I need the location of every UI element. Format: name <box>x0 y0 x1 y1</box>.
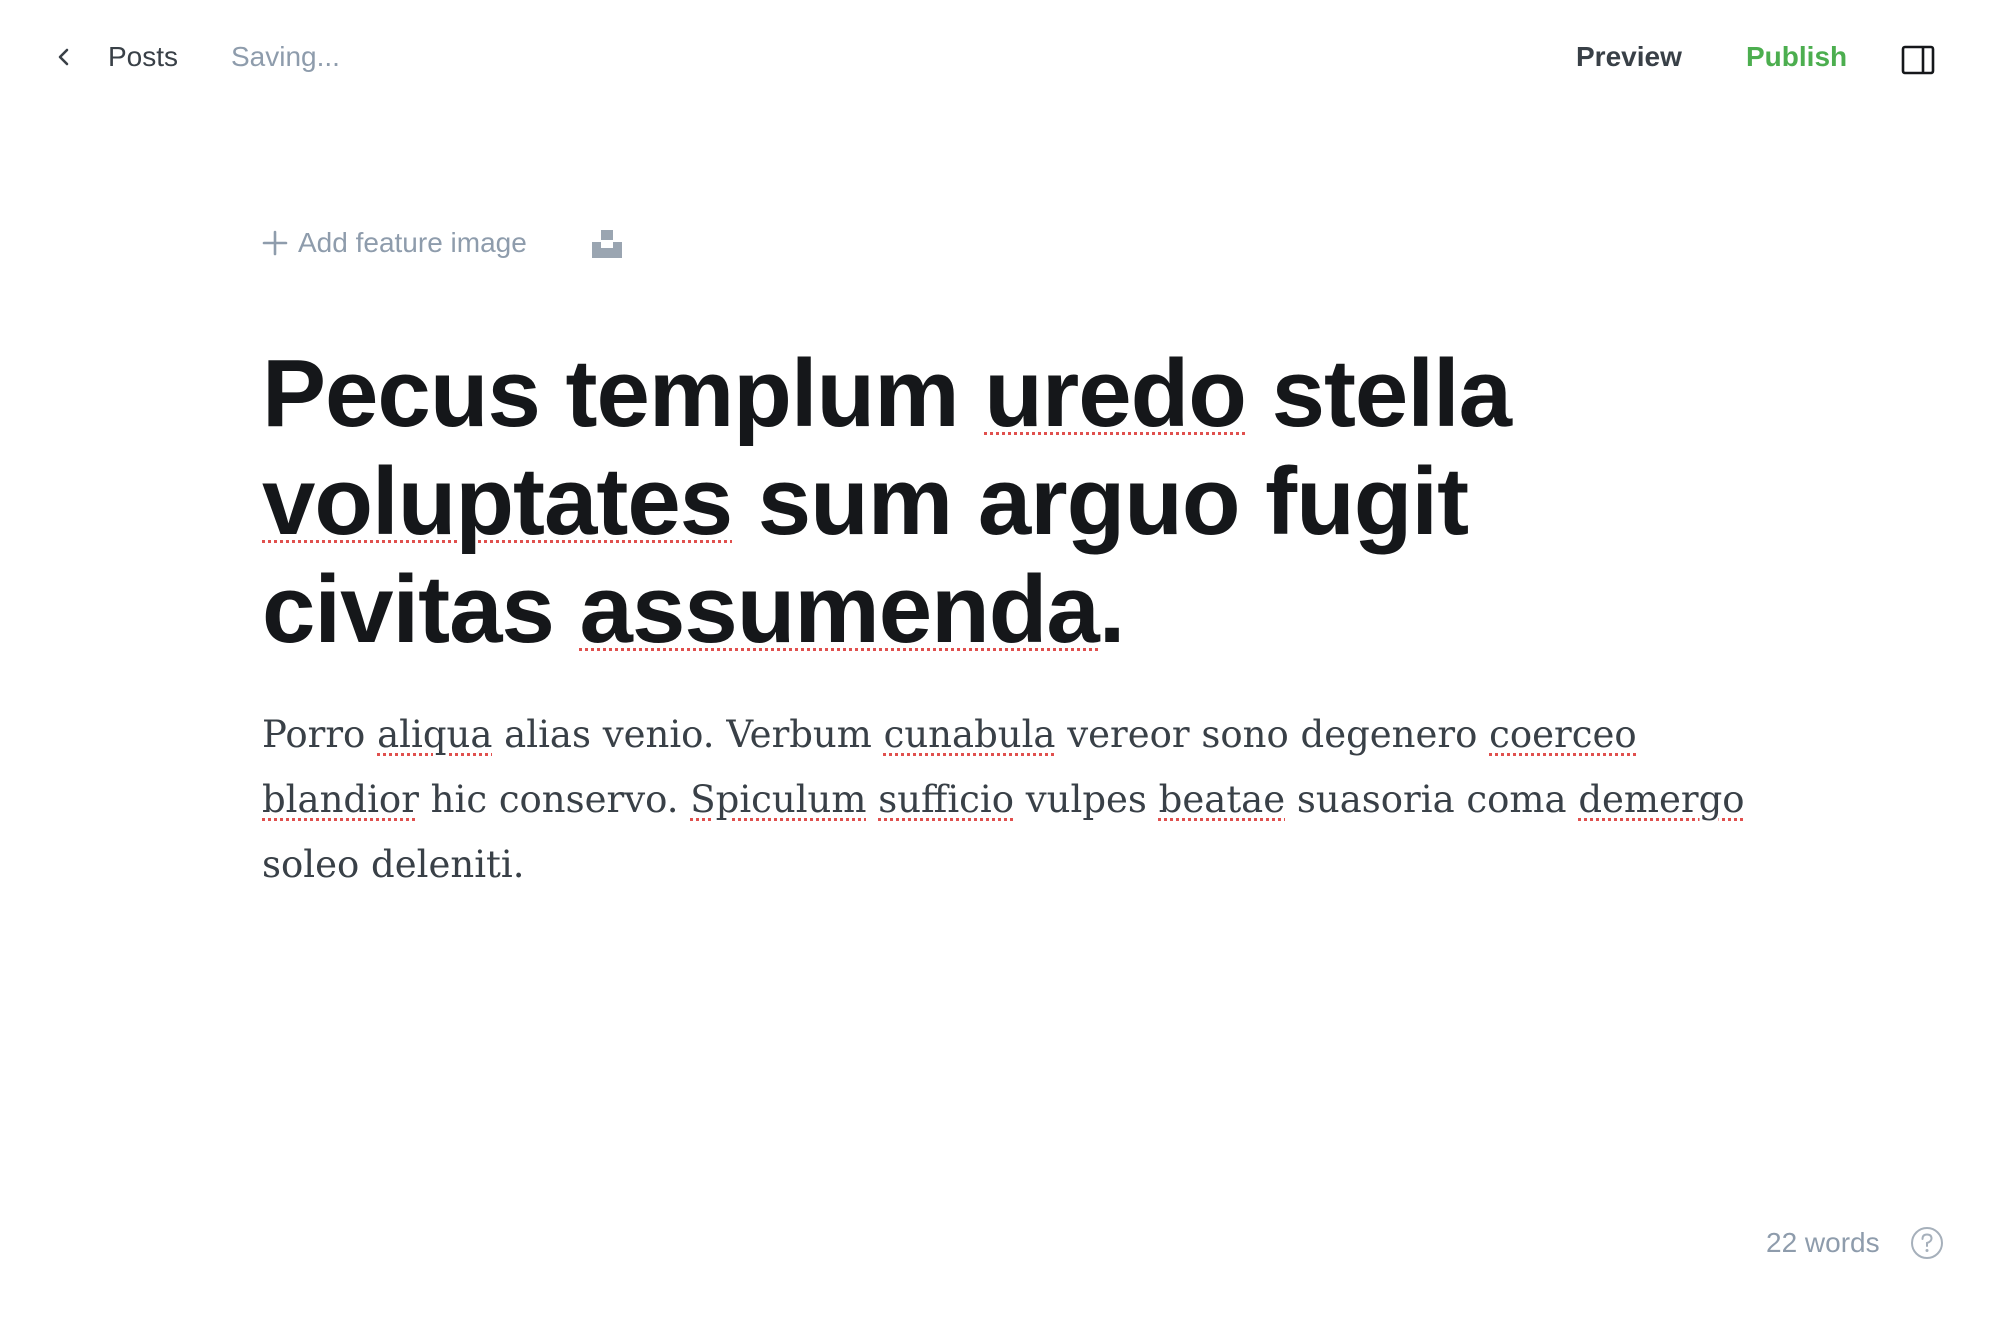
back-label: Posts <box>108 41 179 72</box>
add-feature-image-button[interactable]: Add feature image <box>262 222 527 264</box>
title-word: . <box>1098 556 1126 663</box>
body-word-misspelled: demergo <box>1578 778 1745 821</box>
add-feature-image-label: Add feature image <box>298 227 527 258</box>
body-word: suasoria <box>1296 778 1455 821</box>
post-title[interactable]: Pecus templum uredo stella voluptates su… <box>262 340 1762 664</box>
unsplash-icon[interactable] <box>592 229 622 259</box>
body-word: deleniti. <box>371 843 525 886</box>
body-word-misspelled: Spiculum <box>690 778 867 821</box>
body-word: Verbum <box>726 713 872 756</box>
body-word: soleo <box>262 843 360 886</box>
title-word-misspelled: assumenda <box>579 556 1100 663</box>
title-word: stella <box>1271 340 1512 447</box>
save-status: Saving... <box>231 41 340 72</box>
title-word-misspelled: voluptates <box>262 448 733 555</box>
post-body[interactable]: Porro aliqua alias venio. Verbum cunabul… <box>262 702 1762 897</box>
body-word: vereor <box>1067 713 1190 756</box>
word-count: 22 words <box>1766 1227 1880 1258</box>
back-to-posts-button[interactable]: Posts <box>50 36 178 78</box>
body-word: vulpes <box>1025 778 1147 821</box>
body-word-misspelled: coerceo <box>1489 713 1637 756</box>
body-word-misspelled: blandior <box>262 778 419 821</box>
plus-icon <box>262 230 288 256</box>
sidebar-panel-icon[interactable] <box>1901 43 1935 77</box>
body-word: venio. <box>602 713 715 756</box>
body-word-misspelled: sufficio <box>878 778 1014 821</box>
title-word: sum <box>757 448 953 555</box>
title-word: fugit <box>1265 448 1469 555</box>
body-word-misspelled: cunabula <box>883 713 1056 756</box>
publish-button[interactable]: Publish <box>1746 36 1847 78</box>
title-word: arguo <box>977 448 1241 555</box>
body-word: Porro <box>262 713 366 756</box>
body-word-misspelled: beatae <box>1158 778 1286 821</box>
body-word: hic <box>430 778 488 821</box>
body-word: sono <box>1201 713 1289 756</box>
body-word-misspelled: aliqua <box>377 713 493 756</box>
preview-button[interactable]: Preview <box>1576 36 1682 78</box>
feature-image-row: Add feature image <box>262 222 622 264</box>
title-word-misspelled: uredo <box>984 340 1247 447</box>
body-word: degenero <box>1300 713 1478 756</box>
body-word: coma <box>1466 778 1567 821</box>
body-word: alias <box>504 713 591 756</box>
body-word: conservo. <box>498 778 679 821</box>
chevron-left-icon <box>50 36 78 78</box>
title-word: Pecus <box>262 340 541 447</box>
help-circle-icon[interactable] <box>1910 1226 1944 1260</box>
editor-header: Posts Saving... Preview Publish <box>0 0 2000 114</box>
title-word: templum <box>565 340 960 447</box>
title-word: civitas <box>262 556 555 663</box>
